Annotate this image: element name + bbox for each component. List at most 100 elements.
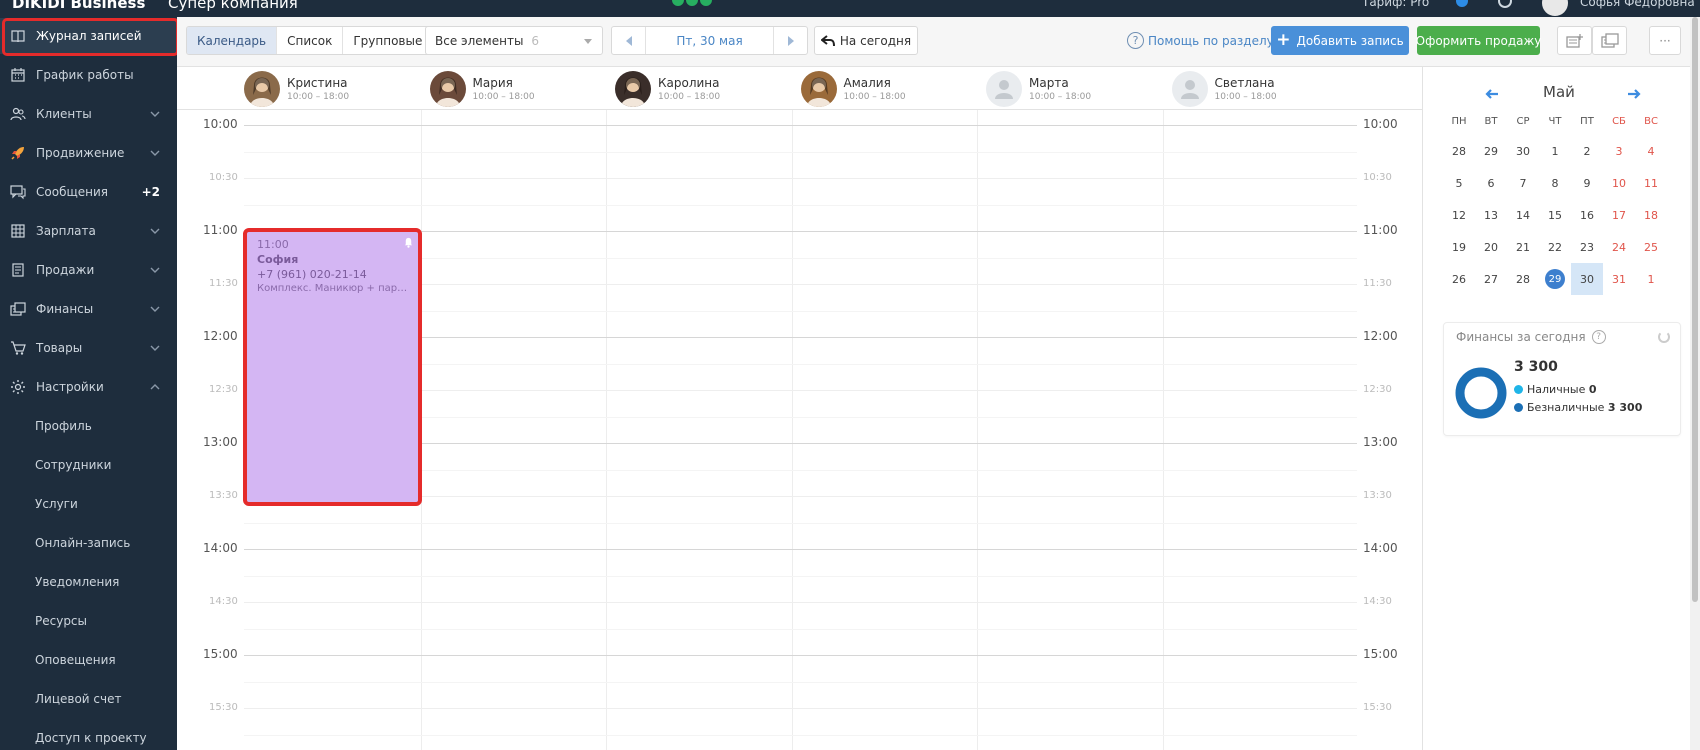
settings-subitem-6[interactable]: Оповещения xyxy=(0,642,177,678)
cash-out-button[interactable] xyxy=(1592,26,1627,55)
view-list-tab[interactable]: Список xyxy=(277,27,344,54)
mini-calendar-day[interactable]: 16 xyxy=(1571,199,1603,231)
current-date[interactable]: Пт, 30 мая xyxy=(646,27,773,54)
sidebar-item-9[interactable]: Настройки xyxy=(0,369,177,405)
mini-calendar-day[interactable]: 20 xyxy=(1475,231,1507,263)
mini-calendar-day[interactable]: 5 xyxy=(1443,167,1475,199)
mini-calendar-day[interactable]: 28 xyxy=(1507,263,1539,295)
chevron-up-icon[interactable] xyxy=(149,381,161,393)
mini-calendar-day[interactable]: 21 xyxy=(1507,231,1539,263)
mini-calendar-day[interactable]: 24 xyxy=(1603,231,1635,263)
chevron-down-icon[interactable] xyxy=(149,108,161,120)
chevron-down-icon[interactable] xyxy=(149,264,161,276)
mini-calendar-day[interactable]: 26 xyxy=(1443,263,1475,295)
weekday-label: ВТ xyxy=(1484,115,1498,127)
sidebar-item-label: Журнал записей xyxy=(36,29,142,43)
mini-calendar-day[interactable]: 18 xyxy=(1635,199,1667,231)
settings-subitem-4[interactable]: Уведомления xyxy=(0,564,177,600)
user-name[interactable]: Софья Федоровна xyxy=(1580,0,1695,9)
brand-logo[interactable]: DIKIDI Business xyxy=(12,0,145,12)
cash-in-button[interactable] xyxy=(1557,26,1592,55)
mini-calendar-day[interactable]: 28 xyxy=(1443,135,1475,167)
staff-column-header[interactable]: Кристина 10:00 – 18:00 xyxy=(166,67,351,110)
mini-calendar-day[interactable]: 27 xyxy=(1475,263,1507,295)
refresh-icon[interactable] xyxy=(1658,331,1670,343)
mini-calendar-day[interactable]: 1 xyxy=(1539,135,1571,167)
page-scrollbar[interactable] xyxy=(1690,17,1700,750)
mini-calendar-day[interactable]: 17 xyxy=(1603,199,1635,231)
settings-subitem-0[interactable]: Профиль xyxy=(0,408,177,444)
elements-filter-select[interactable]: Все элементы 6 xyxy=(425,26,603,55)
mini-calendar-day[interactable]: 23 xyxy=(1571,231,1603,263)
staff-hours: 10:00 – 18:00 xyxy=(658,91,721,102)
company-name[interactable]: Супер компания xyxy=(168,0,298,12)
staff-column-header[interactable]: Марта 10:00 – 18:00 xyxy=(908,67,1093,110)
notifications-bell-icon[interactable] xyxy=(1498,0,1512,8)
user-avatar[interactable] xyxy=(1542,0,1568,16)
mini-calendar-day[interactable]: 11 xyxy=(1635,167,1667,199)
make-sale-button[interactable]: Оформить продажу xyxy=(1416,26,1541,55)
settings-subitem-8[interactable]: Доступ к проекту xyxy=(0,720,177,750)
help-link[interactable]: ? Помощь по разделу xyxy=(1127,32,1274,49)
settings-subitem-7[interactable]: Лицевой счет xyxy=(0,681,177,717)
mini-calendar-day[interactable]: 2 xyxy=(1571,135,1603,167)
tariff-label[interactable]: Тариф: Pro xyxy=(1362,0,1429,9)
mini-calendar-day[interactable]: 1 xyxy=(1635,263,1667,295)
staff-column-header[interactable]: Каролина 10:00 – 18:00 xyxy=(537,67,722,110)
settings-subitem-3[interactable]: Онлайн-запись xyxy=(0,525,177,561)
mini-calendar-day[interactable]: 3 xyxy=(1603,135,1635,167)
chevron-down-icon[interactable] xyxy=(149,147,161,159)
mini-calendar-day[interactable]: 9 xyxy=(1571,167,1603,199)
mini-calendar-day[interactable]: 29 xyxy=(1539,263,1571,295)
mini-calendar-day[interactable]: 29 xyxy=(1475,135,1507,167)
mini-calendar-day[interactable]: 8 xyxy=(1539,167,1571,199)
scrollbar-thumb[interactable] xyxy=(1692,17,1698,602)
mini-calendar-day[interactable]: 4 xyxy=(1635,135,1667,167)
more-button[interactable]: ··· xyxy=(1649,26,1681,55)
view-group-tab[interactable]: Групповые xyxy=(343,27,432,54)
sidebar-item-3[interactable]: Продвижение xyxy=(0,135,177,171)
staff-column-header[interactable]: Мария 10:00 – 18:00 xyxy=(352,67,537,110)
add-record-button[interactable]: + Добавить запись xyxy=(1271,26,1409,55)
finance-help-icon[interactable]: ? xyxy=(1591,330,1606,344)
appointment-card[interactable]: 11:00 София +7 (961) 020-21-14 Комплекс.… xyxy=(243,228,422,506)
staff-avatar xyxy=(615,70,651,107)
sidebar-item-4[interactable]: Сообщения +2 xyxy=(0,174,177,210)
next-day-button[interactable] xyxy=(773,27,807,54)
chevron-down-icon[interactable] xyxy=(149,342,161,354)
sidebar-item-1[interactable]: График работы xyxy=(0,57,177,93)
sidebar-item-2[interactable]: Клиенты xyxy=(0,96,177,132)
today-button[interactable]: На сегодня xyxy=(814,26,918,55)
calendar-grid[interactable]: 10:00 10:30 10:00 10:30 11:00 11:30 11:00 11:30… xyxy=(177,110,1422,750)
mini-calendar-day[interactable]: 22 xyxy=(1539,231,1571,263)
mini-calendar-day[interactable]: 13 xyxy=(1475,199,1507,231)
noncash-dot-icon xyxy=(1514,403,1523,412)
mini-calendar-day[interactable]: 10 xyxy=(1603,167,1635,199)
mini-calendar-day[interactable]: 19 xyxy=(1443,231,1475,263)
mini-calendar-day[interactable]: 25 xyxy=(1635,231,1667,263)
mini-calendar-day[interactable]: 6 xyxy=(1475,167,1507,199)
settings-subitem-1[interactable]: Сотрудники xyxy=(0,447,177,483)
staff-column-header[interactable]: Светлана 10:00 – 18:00 xyxy=(1094,67,1279,110)
staff-column-header[interactable]: Амалия 10:00 – 18:00 xyxy=(723,67,908,110)
sidebar-item-0[interactable]: Журнал записей xyxy=(0,18,177,54)
mini-calendar-day[interactable]: 12 xyxy=(1443,199,1475,231)
sidebar-item-5[interactable]: Зарплата xyxy=(0,213,177,249)
mini-calendar-day[interactable]: 15 xyxy=(1539,199,1571,231)
mini-calendar-day[interactable]: 31 xyxy=(1603,263,1635,295)
prev-day-button[interactable] xyxy=(612,27,646,54)
chevron-down-icon[interactable] xyxy=(149,303,161,315)
settings-subitem-5[interactable]: Ресурсы xyxy=(0,603,177,639)
next-month-arrow-icon[interactable] xyxy=(1627,89,1641,99)
sidebar-item-8[interactable]: Товары xyxy=(0,330,177,366)
chevron-down-icon[interactable] xyxy=(149,225,161,237)
mini-calendar-day[interactable]: 30 xyxy=(1507,135,1539,167)
sidebar-item-7[interactable]: Финансы xyxy=(0,291,177,327)
sidebar-item-6[interactable]: Продажи xyxy=(0,252,177,288)
staff-hours: 10:00 – 18:00 xyxy=(1214,91,1277,102)
settings-subitem-2[interactable]: Услуги xyxy=(0,486,177,522)
view-calendar-tab[interactable]: Календарь xyxy=(187,27,278,54)
mini-calendar-day[interactable]: 7 xyxy=(1507,167,1539,199)
mini-calendar-day[interactable]: 14 xyxy=(1507,199,1539,231)
mini-calendar-day[interactable]: 30 xyxy=(1571,263,1603,295)
